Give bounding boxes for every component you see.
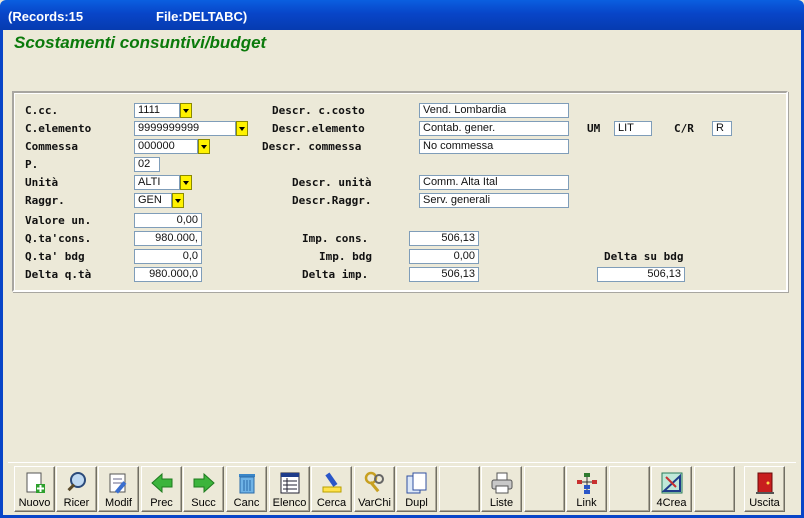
label-qta-bdg: Q.ta' bdg: [25, 250, 85, 263]
label-descr-unita: Descr. unità: [292, 176, 372, 189]
keys-icon: [363, 471, 387, 495]
label-descr-ccosto: Descr. c.costo: [272, 104, 365, 117]
label-imp-bdg: Imp. bdg: [319, 250, 372, 263]
descr-unita-field[interactable]: Comm. Alta Ital: [419, 175, 569, 190]
empty-button-2[interactable]: [524, 466, 565, 512]
label-commessa: Commessa: [25, 140, 78, 153]
form-title: Scostamenti consuntivi/budget: [14, 33, 267, 52]
descr-raggr-field[interactable]: Serv. generali: [419, 193, 569, 208]
label-valore-un: Valore un.: [25, 214, 92, 227]
label-p: P.: [25, 158, 39, 171]
valore-un-field[interactable]: 0,00: [134, 213, 202, 228]
records-count: (Records:15: [8, 9, 84, 24]
celemento-field[interactable]: 9999999999: [134, 121, 236, 136]
modif-button[interactable]: Modif: [98, 466, 139, 512]
label-qta-cons: Q.ta'cons.: [25, 232, 92, 245]
label-ccc: C.cc.: [25, 104, 59, 117]
window-frame-left: [0, 30, 3, 518]
printer-icon: [490, 471, 514, 495]
descr-commessa-field[interactable]: No commessa: [419, 139, 569, 154]
label-delta-imp: Delta imp.: [302, 268, 369, 281]
cerca-button[interactable]: Cerca: [311, 466, 352, 512]
empty-button-3[interactable]: [609, 466, 650, 512]
delta-qta-field[interactable]: 980.000,0: [134, 267, 202, 282]
descr-elemento-field[interactable]: Contab. gener.: [419, 121, 569, 136]
imp-bdg-field[interactable]: 0,00: [409, 249, 479, 264]
drafting-icon: [660, 471, 684, 495]
label-celemento: C.elemento: [25, 122, 92, 135]
title-bar: (Records:15 File:DELTABC): [0, 0, 804, 30]
qta-cons-field[interactable]: 980.000,: [134, 231, 202, 246]
qta-bdg-field[interactable]: 0,0: [134, 249, 202, 264]
arrow-right-icon: [192, 471, 216, 495]
varchi-button[interactable]: VarChi: [354, 466, 395, 512]
elenco-button[interactable]: Elenco: [269, 466, 310, 512]
highlighter-icon: [320, 471, 344, 495]
empty-button-4[interactable]: [694, 466, 735, 512]
search-icon: [65, 471, 89, 495]
label-um: UM: [587, 122, 601, 135]
unita-field[interactable]: ALTI: [134, 175, 180, 190]
dupl-button[interactable]: Dupl: [396, 466, 437, 512]
ccc-field[interactable]: 1111: [134, 103, 180, 118]
commessa-field[interactable]: 000000: [134, 139, 198, 154]
celemento-dropdown-button[interactable]: [236, 121, 248, 136]
label-descr-raggr: Descr.Raggr.: [292, 194, 372, 207]
canc-button[interactable]: Canc: [226, 466, 267, 512]
label-unita: Unità: [25, 176, 59, 189]
label-delta-su-bdg: Delta su bdg: [604, 250, 684, 263]
imp-cons-field[interactable]: 506,13: [409, 231, 479, 246]
uscita-button[interactable]: Uscita: [744, 466, 785, 512]
edit-icon: [107, 471, 131, 495]
link-button[interactable]: Link: [566, 466, 607, 512]
empty-button-1[interactable]: [439, 466, 480, 512]
raggr-dropdown-button[interactable]: [172, 193, 184, 208]
unita-dropdown-button[interactable]: [180, 175, 192, 190]
delta-imp-field[interactable]: 506,13: [409, 267, 479, 282]
label-descr-commessa: Descr. commessa: [262, 140, 362, 153]
duplicate-icon: [405, 471, 429, 495]
label-delta-qta: Delta q.tà: [25, 268, 92, 281]
liste-button[interactable]: Liste: [481, 466, 522, 512]
label-descr-elemento: Descr.elemento: [272, 122, 365, 135]
ccc-dropdown-button[interactable]: [180, 103, 192, 118]
cr-field[interactable]: R: [712, 121, 732, 136]
file-name: File:DELTABC): [156, 9, 248, 24]
ricer-button[interactable]: Ricer: [56, 466, 97, 512]
p-field[interactable]: 02: [134, 157, 160, 172]
commessa-dropdown-button[interactable]: [198, 139, 210, 154]
descr-ccosto-field[interactable]: Vend. Lombardia: [419, 103, 569, 118]
4crea-button[interactable]: 4Crea: [651, 466, 692, 512]
tree-icon: [575, 471, 599, 495]
label-raggr: Raggr.: [25, 194, 65, 207]
delta-su-bdg-field[interactable]: 506,13: [597, 267, 685, 282]
nuovo-button[interactable]: Nuovo: [14, 466, 55, 512]
label-imp-cons: Imp. cons.: [302, 232, 369, 245]
arrow-left-icon: [150, 471, 174, 495]
new-document-icon: [23, 471, 47, 495]
label-cr: C/R: [674, 122, 694, 135]
list-icon: [278, 471, 302, 495]
prec-button[interactable]: Prec: [141, 466, 182, 512]
succ-button[interactable]: Succ: [183, 466, 224, 512]
trash-icon: [235, 471, 259, 495]
exit-door-icon: [753, 471, 777, 495]
raggr-field[interactable]: GEN: [134, 193, 172, 208]
um-field[interactable]: LIT: [614, 121, 652, 136]
